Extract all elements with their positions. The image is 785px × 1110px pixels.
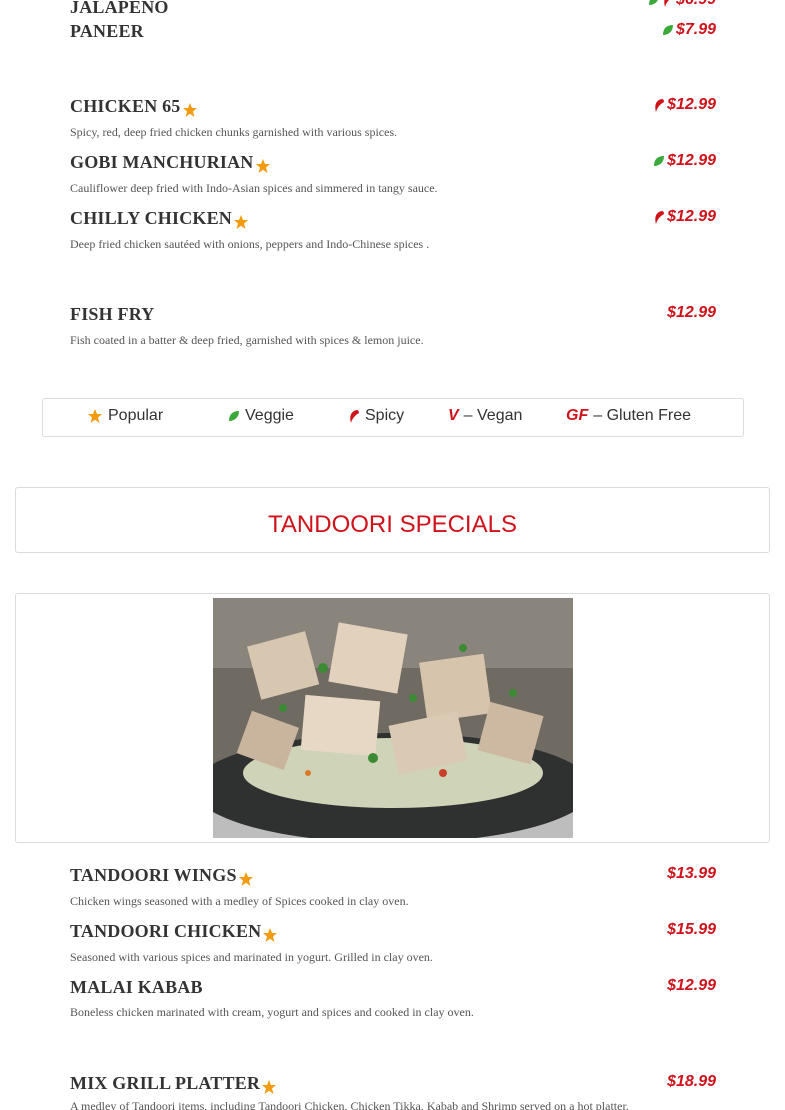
item-description: A medley of Tandoori items, including Ta… — [70, 1099, 629, 1110]
price-text: $12.99 — [667, 96, 716, 113]
legend-label: – Vegan — [463, 407, 523, 424]
legend-label: – Gluten Free — [593, 407, 692, 424]
popular-star-icon — [234, 214, 249, 229]
item-name: CHICKEN 65 — [70, 95, 716, 117]
section-photo-frame — [15, 593, 770, 843]
icon-legend: Popular Veggie Spicy V – Vegan GF – Glut… — [42, 398, 744, 437]
price-text: $13.99 — [667, 865, 716, 882]
price-text: $15.99 — [667, 921, 716, 938]
popular-star-icon — [182, 102, 197, 117]
section-header: TANDOORI SPECIALS — [15, 487, 770, 553]
item-name: TANDOORI WINGS — [70, 864, 716, 886]
legend-gluten-free: GF – Gluten Free — [566, 406, 691, 426]
tandoori-dish-photo — [213, 598, 573, 838]
menu-item-chilly-chicken: CHILLY CHICKEN Deep fried chicken sautée… — [70, 207, 716, 252]
chili-icon — [350, 409, 359, 423]
item-name: JALAPENO — [70, 0, 169, 17]
item-name: PANEER — [70, 21, 144, 41]
price-text: $12.99 — [667, 152, 716, 169]
popular-star-icon — [255, 158, 270, 173]
menu-item-tandoori-chicken: TANDOORI CHICKEN Seasoned with various s… — [70, 920, 716, 965]
vegan-icon: V — [448, 407, 459, 424]
item-price: $12.99 — [653, 95, 716, 115]
menu-item-paneer: PANEER $7.99 — [70, 20, 716, 42]
legend-vegan: V – Vegan — [448, 406, 522, 426]
item-description: Deep fried chicken sautéed with onions, … — [70, 237, 430, 251]
leaf-icon — [648, 0, 658, 5]
leaf-icon — [229, 411, 239, 421]
menu-item-mix-grill-platter: MIX GRILL PLATTER A medley of Tandoori i… — [70, 1072, 716, 1110]
item-price: $13.99 — [667, 864, 716, 884]
menu-item-chicken-65: CHICKEN 65 Spicy, red, deep fried chicke… — [70, 95, 716, 140]
popular-star-icon — [238, 871, 253, 886]
price-text: $18.99 — [667, 1073, 716, 1090]
chili-icon — [655, 98, 665, 112]
menu-item-gobi-manchurian: GOBI MANCHURIAN Cauliflower deep fried w… — [70, 151, 716, 196]
price-text: $12.99 — [667, 208, 716, 225]
section-title: TANDOORI SPECIALS — [268, 511, 517, 538]
legend-label: Veggie — [245, 407, 294, 424]
item-name: MIX GRILL PLATTER — [70, 1072, 716, 1094]
item-name: CHILLY CHICKEN — [70, 207, 716, 229]
menu-item-malai-kabab: MALAI KABAB Boneless chicken marinated w… — [70, 976, 716, 1020]
item-price: $12.99 — [653, 151, 716, 171]
leaf-icon — [654, 156, 665, 166]
item-price: $18.99 — [667, 1072, 716, 1092]
item-name: TANDOORI CHICKEN — [70, 920, 716, 942]
price-text: $7.99 — [675, 21, 716, 38]
item-description: Seasoned with various spices and marinat… — [70, 950, 433, 964]
price-text: $12.99 — [667, 977, 716, 994]
gluten-free-icon: GF — [566, 407, 589, 424]
item-description: Boneless chicken marinated with cream, y… — [70, 1005, 474, 1019]
item-price: $12.99 — [653, 207, 716, 227]
item-description: Spicy, red, deep fried chicken chunks ga… — [70, 125, 398, 139]
menu-item-jalapeno: JALAPENO $6.99 — [70, 0, 716, 18]
item-name: MALAI KABAB — [70, 977, 203, 997]
leaf-icon — [662, 25, 673, 35]
legend-spicy: Spicy — [348, 406, 404, 426]
legend-label: Spicy — [365, 407, 405, 424]
item-description: Fish coated in a batter & deep fried, ga… — [70, 333, 424, 347]
popular-star-icon — [262, 1079, 277, 1094]
legend-popular: Popular — [87, 406, 163, 426]
star-icon — [88, 409, 102, 423]
item-description: Cauliflower deep fried with Indo-Asian s… — [70, 181, 438, 195]
item-description: Chicken wings seasoned with a medley of … — [70, 894, 409, 908]
item-price: $15.99 — [667, 920, 716, 940]
price-text: $12.99 — [667, 304, 716, 321]
item-price: $12.99 — [667, 976, 716, 996]
item-name: FISH FRY — [70, 304, 155, 324]
item-price: $6.99 — [648, 0, 716, 10]
item-price: $7.99 — [662, 20, 716, 40]
legend-veggie: Veggie — [228, 406, 294, 426]
menu-item-tandoori-wings: TANDOORI WINGS Chicken wings seasoned wi… — [70, 864, 716, 909]
price-text: $6.99 — [676, 0, 716, 10]
chili-icon — [655, 210, 665, 224]
item-name: GOBI MANCHURIAN — [70, 151, 716, 173]
legend-label: Popular — [108, 407, 164, 424]
menu-item-fish-fry: FISH FRY Fish coated in a batter & deep … — [70, 303, 716, 348]
popular-star-icon — [263, 927, 278, 942]
chili-icon — [664, 0, 669, 7]
item-price: $12.99 — [667, 303, 716, 323]
